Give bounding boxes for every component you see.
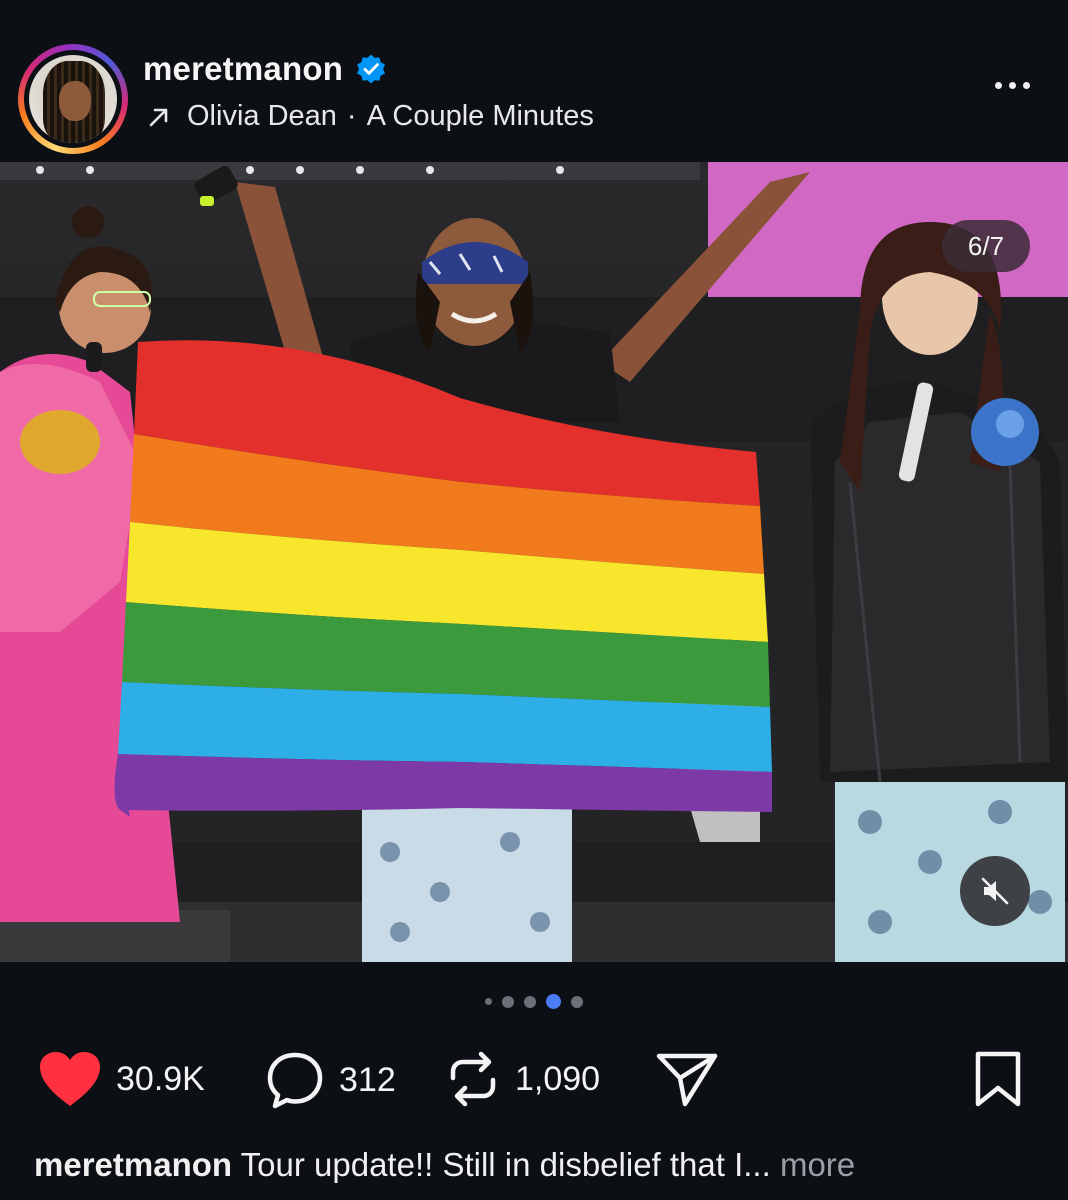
mute-button[interactable]	[960, 856, 1030, 926]
bookmark-icon	[975, 1051, 1021, 1107]
song-separator: ·	[346, 100, 357, 132]
carousel-dot	[524, 995, 536, 1008]
verified-badge-icon	[357, 54, 386, 84]
comment-count: 312	[339, 1060, 396, 1099]
caption-username[interactable]: meretmanon	[34, 1146, 232, 1183]
avatar[interactable]	[29, 55, 117, 143]
post-media[interactable]: 6/7	[0, 162, 1068, 962]
post-header: meretmanon Olivia Dean · A Couple Minute…	[0, 0, 1068, 162]
caption-more-link[interactable]: more	[780, 1146, 855, 1183]
save-button[interactable]	[972, 1050, 1024, 1113]
comment-bubble-icon	[267, 1052, 323, 1109]
carousel-dot	[571, 995, 583, 1008]
username[interactable]: meretmanon	[143, 50, 343, 88]
carousel-counter: 6/7	[942, 220, 1030, 272]
paper-plane-icon	[656, 1053, 718, 1107]
concert-photo	[0, 162, 1068, 962]
share-button[interactable]	[655, 1050, 719, 1108]
comment-button[interactable]: 312	[265, 1050, 396, 1110]
caption-text: Tour update!! Still in disbelief that I.…	[240, 1146, 771, 1183]
post-caption: meretmanon Tour update!! Still in disbel…	[34, 1146, 1034, 1184]
repost-count: 1,090	[515, 1059, 601, 1098]
song-artist: Olivia Dean	[187, 100, 337, 132]
story-ring[interactable]	[18, 44, 128, 154]
carousel-dot-active	[546, 994, 561, 1009]
speaker-muted-icon	[981, 877, 1009, 905]
heart-filled-icon	[40, 1052, 100, 1106]
carousel-dot	[502, 995, 514, 1008]
action-bar: 30.9K 312 1,090	[0, 1040, 1068, 1120]
like-button[interactable]: 30.9K	[38, 1050, 205, 1108]
repost-button[interactable]: 1,090	[445, 1050, 600, 1108]
arrow-up-right-icon	[149, 108, 168, 126]
song-link[interactable]: Olivia Dean · A Couple Minutes	[145, 100, 594, 133]
carousel-dot	[485, 998, 492, 1005]
carousel-indicator	[0, 994, 1068, 1009]
like-count: 30.9K	[116, 1059, 205, 1098]
song-title: A Couple Minutes	[366, 100, 594, 132]
more-options-icon[interactable]	[995, 82, 1030, 89]
repost-arrows-icon	[450, 1051, 496, 1107]
username-row: meretmanon	[143, 50, 387, 88]
